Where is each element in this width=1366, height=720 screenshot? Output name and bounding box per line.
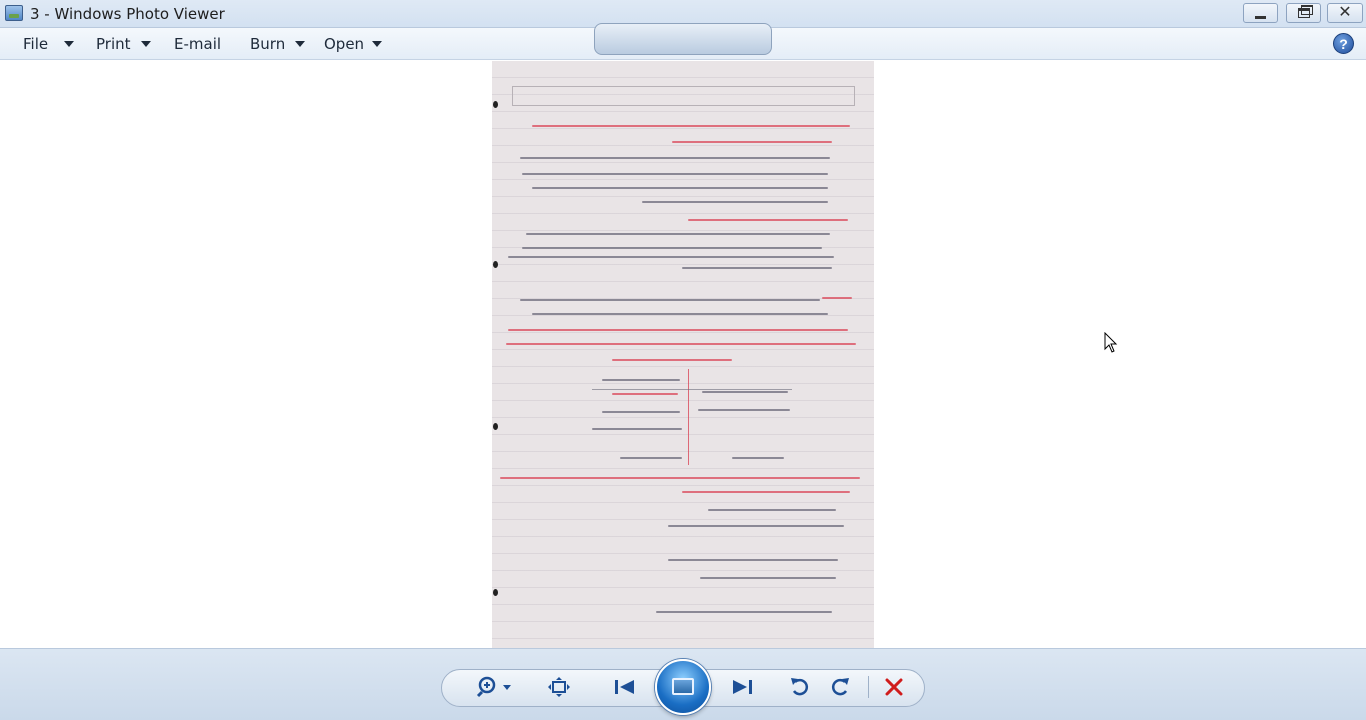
handwriting-stroke bbox=[520, 299, 820, 301]
minimize-icon bbox=[1255, 15, 1266, 19]
handwriting-stroke bbox=[700, 577, 836, 579]
handwriting-stroke bbox=[656, 611, 832, 613]
close-icon: ✕ bbox=[1338, 4, 1352, 21]
navigation-group bbox=[594, 23, 772, 55]
rotate-clockwise-icon[interactable] bbox=[829, 676, 851, 698]
handwriting-stroke bbox=[522, 247, 822, 249]
handwriting-stroke bbox=[532, 125, 850, 127]
chevron-down-icon[interactable] bbox=[295, 41, 305, 47]
delete-icon[interactable] bbox=[884, 677, 904, 697]
previous-icon[interactable] bbox=[614, 679, 636, 695]
actual-size-icon[interactable] bbox=[548, 677, 570, 697]
handwriting-stroke bbox=[508, 329, 848, 331]
handwriting-stroke bbox=[822, 297, 852, 299]
handwriting-stroke bbox=[526, 233, 830, 235]
rotate-counterclockwise-icon[interactable] bbox=[789, 676, 811, 698]
menu-file[interactable]: File bbox=[23, 35, 48, 53]
handwriting-stroke bbox=[672, 141, 832, 143]
restore-icon bbox=[1297, 5, 1313, 18]
punch-hole bbox=[493, 423, 498, 430]
t-account-header-line bbox=[592, 389, 792, 390]
t-account-divider bbox=[688, 369, 689, 465]
mouse-cursor-icon bbox=[1104, 332, 1118, 353]
punch-hole bbox=[493, 261, 498, 268]
handwriting-stroke bbox=[688, 219, 848, 221]
handwriting-stroke bbox=[532, 313, 828, 315]
handwriting-stroke bbox=[508, 256, 834, 258]
handwriting-stroke bbox=[642, 201, 828, 203]
page-header-box bbox=[512, 86, 855, 106]
help-icon[interactable]: ? bbox=[1333, 33, 1354, 54]
chevron-down-icon[interactable] bbox=[372, 41, 382, 47]
zoom-icon[interactable] bbox=[476, 676, 512, 698]
handwriting-stroke bbox=[506, 343, 856, 345]
image-viewer-area[interactable] bbox=[0, 61, 1366, 648]
menu-print[interactable]: Print bbox=[96, 35, 131, 53]
handwriting-stroke bbox=[602, 379, 680, 381]
handwriting-stroke bbox=[520, 157, 830, 159]
handwriting-stroke bbox=[500, 477, 860, 479]
toolbar-separator bbox=[868, 676, 869, 698]
slideshow-button[interactable] bbox=[655, 659, 711, 715]
handwriting-stroke bbox=[592, 428, 682, 430]
photo-viewer-icon[interactable] bbox=[5, 5, 23, 21]
handwriting-stroke bbox=[668, 559, 838, 561]
handwriting-stroke bbox=[708, 509, 836, 511]
handwriting-stroke bbox=[612, 359, 732, 361]
close-button[interactable]: ✕ bbox=[1327, 3, 1363, 23]
handwriting-stroke bbox=[702, 391, 788, 393]
chevron-down-icon[interactable] bbox=[141, 41, 151, 47]
handwriting-stroke bbox=[698, 409, 790, 411]
minimize-button[interactable] bbox=[1243, 3, 1278, 23]
handwriting-stroke bbox=[620, 457, 682, 459]
handwriting-stroke bbox=[682, 267, 832, 269]
handwriting-stroke bbox=[732, 457, 784, 459]
next-icon[interactable] bbox=[731, 679, 753, 695]
window-title: 3 - Windows Photo Viewer bbox=[30, 5, 225, 23]
slideshow-icon bbox=[672, 678, 694, 695]
handwriting-stroke bbox=[682, 491, 850, 493]
punch-hole bbox=[493, 101, 498, 108]
displayed-photo bbox=[492, 61, 874, 648]
chevron-down-icon[interactable] bbox=[64, 41, 74, 47]
handwriting-stroke bbox=[522, 173, 828, 175]
handwriting-stroke bbox=[668, 525, 844, 527]
restore-button[interactable] bbox=[1286, 3, 1321, 23]
menu-burn[interactable]: Burn bbox=[250, 35, 285, 53]
handwriting-stroke bbox=[532, 187, 828, 189]
menu-email[interactable]: E-mail bbox=[174, 35, 221, 53]
menu-open[interactable]: Open bbox=[324, 35, 364, 53]
handwriting-stroke bbox=[612, 393, 678, 395]
handwriting-stroke bbox=[602, 411, 680, 413]
punch-hole bbox=[493, 589, 498, 596]
